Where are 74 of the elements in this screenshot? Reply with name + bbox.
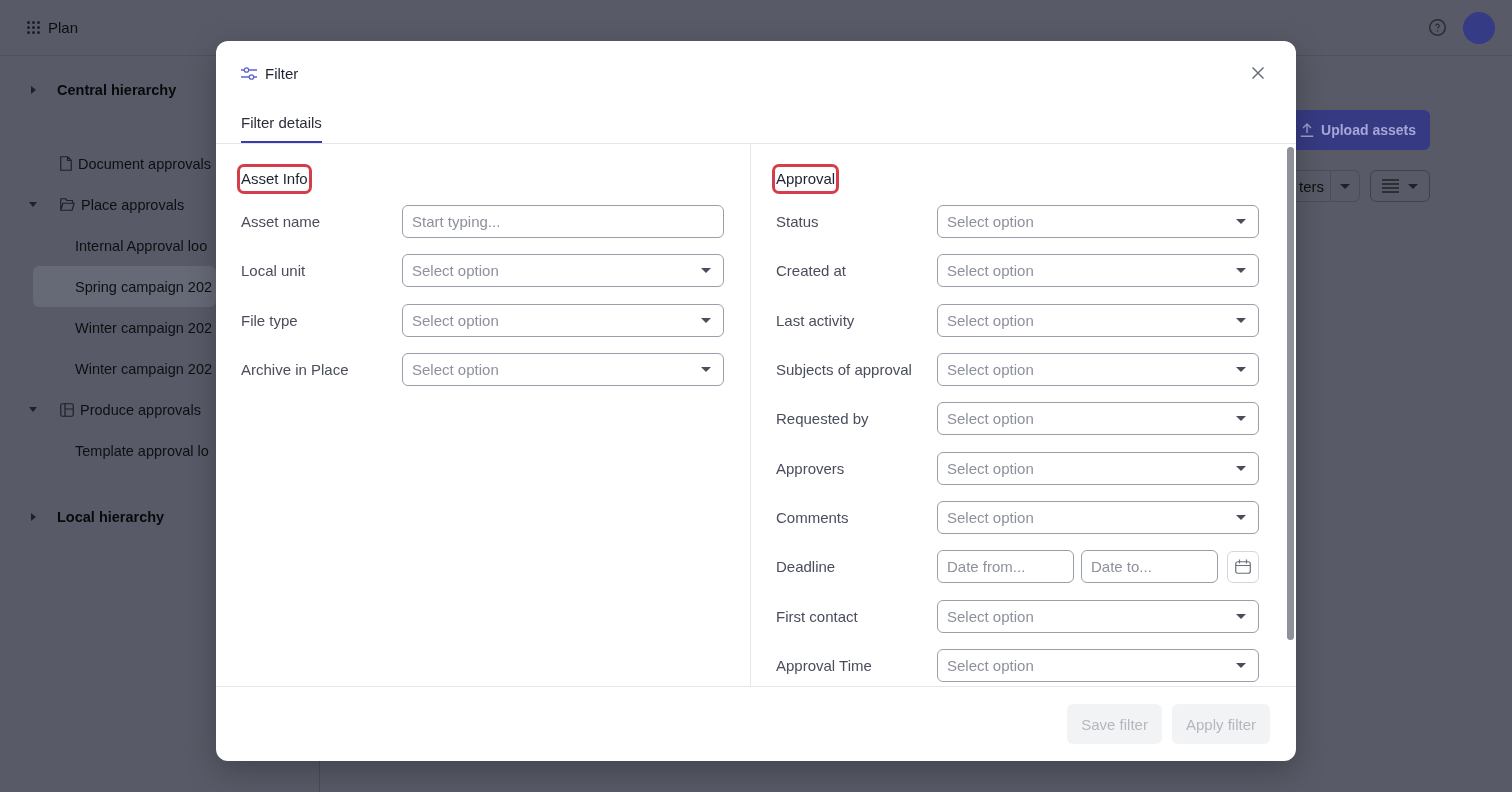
tree-item[interactable]: Internal Approval loo: [33, 225, 212, 266]
select-field[interactable]: Select option: [402, 353, 724, 386]
field-label: First contact: [776, 607, 859, 625]
caret-icon: [1236, 662, 1246, 668]
select-field[interactable]: Select option: [937, 402, 1259, 436]
select-field[interactable]: Select option: [937, 648, 1259, 682]
app-title: Plan: [48, 19, 79, 36]
upload-icon: [1300, 123, 1315, 137]
field-label: Last activity: [776, 311, 856, 329]
section-header[interactable]: Central hierarchy: [21, 69, 181, 110]
caret-icon: [1236, 268, 1246, 274]
upload-button[interactable]: Upload assets: [1294, 110, 1430, 150]
select-field[interactable]: Select option: [937, 599, 1259, 633]
caret-icon: [1408, 183, 1418, 189]
select-field[interactable]: Select option: [402, 303, 724, 337]
file-icon: [60, 156, 72, 171]
date-field[interactable]: Date from...: [937, 550, 1074, 584]
field-label: Comments: [776, 508, 850, 526]
caret-icon: [1236, 416, 1246, 422]
field-label: Deadline: [776, 558, 837, 576]
caret-icon: [1340, 183, 1350, 189]
avatar[interactable]: [1463, 11, 1495, 44]
field-label: Subjects of approval: [776, 361, 913, 378]
field-label: Archive in Place: [241, 361, 350, 378]
dropdown-button[interactable]: [1330, 170, 1360, 202]
tab[interactable]: Filter details: [241, 105, 322, 143]
date-field[interactable]: Date to...: [1081, 550, 1218, 584]
field-label: Created at: [776, 262, 848, 280]
select-field[interactable]: Select option: [937, 254, 1259, 288]
sliders-icon: [241, 66, 257, 80]
folder-icon: [60, 198, 75, 211]
section-heading: Approval: [772, 164, 840, 194]
caret-icon: [701, 317, 711, 323]
tree-item[interactable]: Winter campaign 202: [33, 307, 216, 348]
tree-item[interactable]: Document approvals: [21, 143, 215, 184]
field-label: Local unit: [241, 262, 307, 280]
field-label: Asset name: [241, 213, 322, 230]
caret-icon: [1236, 514, 1246, 520]
close-icon: [1252, 67, 1264, 79]
caret-icon: [1236, 367, 1246, 372]
select-field[interactable]: Select option: [937, 353, 1259, 386]
caret-icon: [701, 367, 711, 372]
grid-icon[interactable]: [27, 21, 40, 34]
tree-item[interactable]: Spring campaign 202: [33, 266, 217, 307]
section-heading: Asset Info: [237, 164, 312, 194]
caret-icon: [1236, 613, 1246, 619]
caret-icon: [1236, 219, 1246, 224]
select-field[interactable]: Select option: [937, 205, 1259, 238]
select-field[interactable]: Select option: [402, 254, 724, 288]
field-label: Status: [776, 213, 820, 230]
calendar-icon: [1235, 559, 1251, 575]
tree-item[interactable]: Place approvals: [21, 184, 189, 225]
section-header[interactable]: Local hierarchy: [21, 496, 169, 537]
help-icon[interactable]: [1429, 19, 1446, 36]
field-label: Requested by: [776, 410, 870, 428]
text-field[interactable]: Start typing...: [402, 205, 724, 238]
list-icon: [1382, 179, 1399, 193]
select-field[interactable]: Select option: [937, 303, 1259, 337]
caret-icon: [1236, 317, 1246, 323]
field-label: File type: [241, 311, 299, 329]
layout-icon: [60, 402, 74, 417]
field-label: Approval Time: [776, 656, 873, 674]
select-field[interactable]: Select option: [937, 500, 1259, 534]
caret-icon: [1236, 465, 1246, 471]
caret-icon: [701, 268, 711, 274]
tree-item[interactable]: Produce approvals: [21, 389, 205, 430]
field-label: Approvers: [776, 459, 846, 477]
select-field[interactable]: Select option: [937, 451, 1259, 485]
tree-item[interactable]: Template approval lo: [33, 430, 213, 471]
view-button[interactable]: [1370, 170, 1430, 202]
scrollbar-thumb[interactable]: [1287, 147, 1294, 640]
calendar-button[interactable]: [1227, 550, 1259, 583]
tree-item[interactable]: Winter campaign 202: [33, 348, 216, 389]
dialog-title: Filter: [265, 64, 299, 82]
